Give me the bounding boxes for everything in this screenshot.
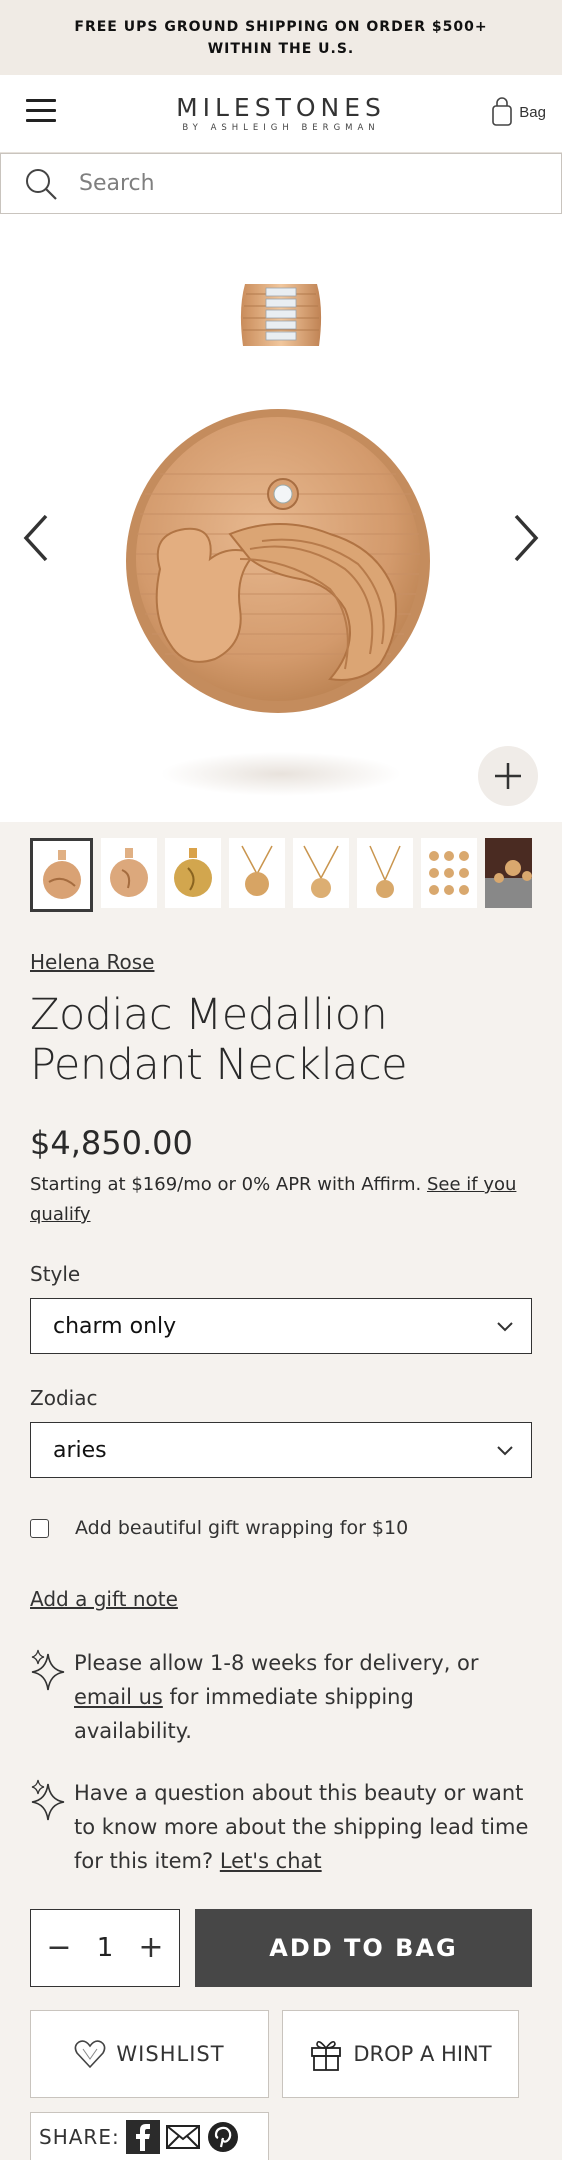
zodiac-select[interactable]: aries [30, 1422, 532, 1478]
heart-icon [75, 2040, 106, 2069]
wishlist-label: WISHLIST [116, 2042, 225, 2066]
announcement-bar: FREE UPS GROUND SHIPPING ON ORDER $500+ … [0, 0, 562, 75]
email-us-link[interactable]: email us [74, 1685, 163, 1709]
gift-wrap-label: Add beautiful gift wrapping for $10 [75, 1517, 409, 1539]
product-price: $4,850.00 [30, 1124, 193, 1162]
brand-link[interactable]: Helena Rose [30, 950, 154, 974]
search-bar [0, 153, 562, 214]
product-image-gallery [0, 214, 562, 822]
chevron-right-icon [514, 514, 539, 562]
logo-main: MILESTONES [176, 93, 386, 122]
thumbnail-2[interactable] [101, 838, 157, 908]
chevron-left-icon [23, 514, 48, 562]
thumbnail-1[interactable] [30, 838, 93, 912]
logo[interactable]: MILESTONES BY ASHLEIGH BERGMAN [0, 93, 562, 133]
facebook-icon [135, 2123, 150, 2151]
pinterest-share-button[interactable] [206, 2120, 240, 2154]
bag-icon [492, 97, 513, 126]
chevron-down-icon [497, 1322, 513, 1332]
sparkle-icon [31, 1779, 65, 1821]
zodiac-value: aries [53, 1437, 107, 1463]
zodiac-label: Zodiac [30, 1386, 98, 1410]
drop-a-hint-label: DROP A HINT [353, 2042, 492, 2066]
style-select[interactable]: charm only [30, 1298, 532, 1354]
thumbnail-5[interactable] [293, 838, 349, 908]
affirm-text: Starting at $169/mo or 0% APR with Affir… [30, 1174, 427, 1195]
email-share-button[interactable] [165, 2120, 200, 2154]
zoom-button[interactable] [478, 746, 538, 806]
affirm-message: Starting at $169/mo or 0% APR with Affir… [30, 1170, 540, 1230]
quantity-value[interactable]: 1 [97, 1933, 114, 1963]
thumbnail-strip [30, 838, 532, 912]
announcement-text: FREE UPS GROUND SHIPPING ON ORDER $500+ … [74, 18, 488, 57]
next-image-button[interactable] [506, 510, 546, 566]
gift-icon [311, 2040, 342, 2071]
thumbnail-4[interactable] [229, 838, 285, 908]
thumbnail-8[interactable] [485, 838, 532, 908]
delivery-text: Please allow 1-8 weeks for delivery, or … [74, 1651, 479, 1743]
gift-note-link[interactable]: Add a gift note [30, 1587, 178, 1611]
add-to-bag-button[interactable]: ADD TO BAG [195, 1909, 532, 1987]
share-bar: SHARE: [30, 2112, 269, 2160]
increase-quantity-button[interactable]: + [137, 1933, 165, 1963]
delivery-info: Please allow 1-8 weeks for delivery, or … [30, 1646, 530, 1748]
thumbnail-3[interactable] [165, 838, 221, 908]
share-label: SHARE: [39, 2124, 120, 2149]
plus-icon [495, 763, 521, 789]
style-value: charm only [53, 1313, 177, 1339]
prev-image-button[interactable] [16, 510, 56, 566]
logo-sub: BY ASHLEIGH BERGMAN [182, 123, 380, 133]
sparkle-icon [31, 1649, 65, 1691]
search-input[interactable] [79, 171, 499, 196]
facebook-share-button[interactable] [125, 2119, 160, 2154]
decrease-quantity-button[interactable]: − [45, 1933, 73, 1963]
product-title: Zodiac Medallion Pendant Necklace [30, 990, 408, 1090]
product-image [126, 284, 430, 796]
pinterest-icon [207, 2121, 238, 2152]
bag-label: Bag [519, 103, 546, 121]
question-text: Have a question about this beauty or wan… [74, 1781, 529, 1873]
gift-wrap-checkbox[interactable] [30, 1518, 49, 1538]
quantity-stepper: − 1 + [30, 1909, 180, 1987]
lets-chat-link[interactable]: Let's chat [220, 1849, 322, 1873]
gift-wrap-option: Add beautiful gift wrapping for $10 [30, 1517, 408, 1539]
site-header: MILESTONES BY ASHLEIGH BERGMAN Bag [0, 75, 562, 153]
thumbnail-6[interactable] [357, 838, 413, 908]
question-info: Have a question about this beauty or wan… [30, 1776, 530, 1878]
email-icon [165, 2124, 200, 2149]
thumbnail-7[interactable] [421, 838, 477, 908]
search-icon[interactable] [23, 166, 59, 202]
bag-button[interactable]: Bag [491, 97, 546, 127]
drop-a-hint-button[interactable]: DROP A HINT [282, 2010, 519, 2098]
style-label: Style [30, 1262, 81, 1286]
chevron-down-icon [497, 1446, 513, 1456]
wishlist-button[interactable]: WISHLIST [30, 2010, 269, 2098]
